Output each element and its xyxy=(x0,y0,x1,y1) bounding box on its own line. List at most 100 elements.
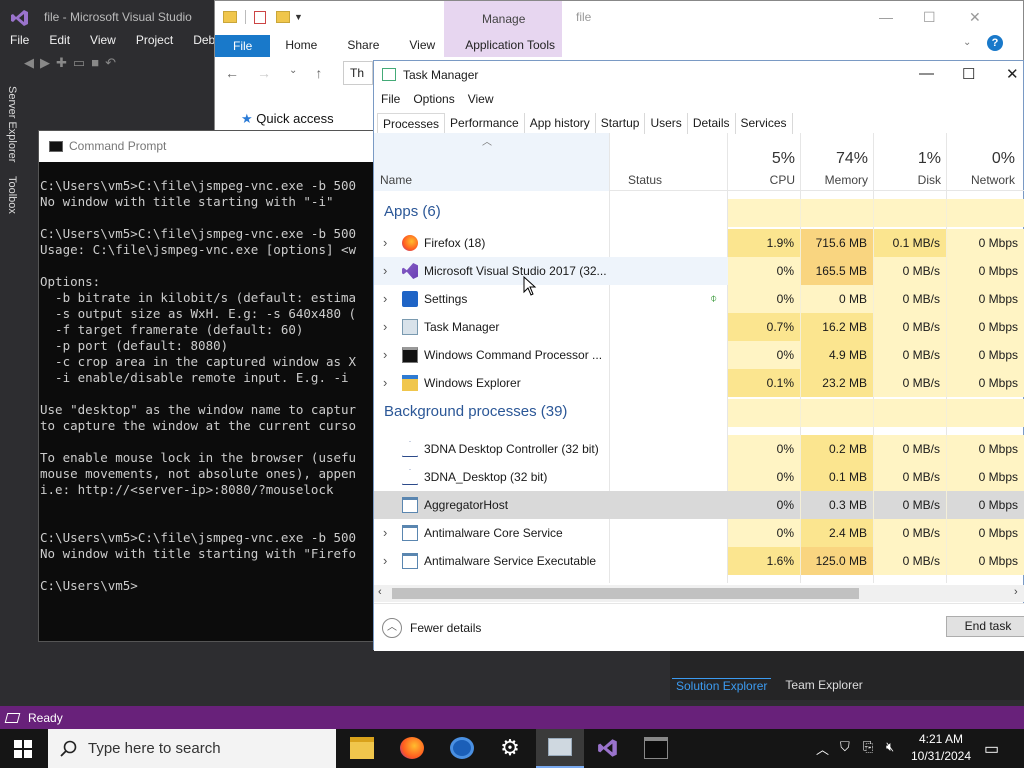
ribbon-tab-file[interactable]: File xyxy=(215,35,271,57)
tm-maximize-button[interactable]: ☐ xyxy=(962,65,975,83)
tab-users[interactable]: Users xyxy=(645,113,688,134)
memory-header[interactable]: Memory xyxy=(801,173,868,187)
settings-gear-taskbar-icon[interactable]: ⚙ xyxy=(498,737,522,759)
toolbox-tab[interactable]: Toolbox xyxy=(6,176,18,214)
network-percent[interactable]: 0% xyxy=(947,150,1015,168)
recent-dropdown-icon[interactable]: ⌄ xyxy=(289,65,297,81)
chevron-right-icon[interactable]: › xyxy=(383,525,387,540)
process-row[interactable]: › Antimalware Core Service 0% 2.4 MB 0 MB/s 0… xyxy=(374,519,1024,547)
tm-minimize-button[interactable]: — xyxy=(919,65,934,82)
network-header[interactable]: Network xyxy=(947,173,1015,187)
scroll-right-icon[interactable]: › xyxy=(1014,586,1018,598)
process-row[interactable]: 3DNA_Desktop (32 bit) 0% 0.1 MB 0 MB/s 0 Mbp… xyxy=(374,463,1024,491)
cpu-value: 1.6% xyxy=(728,547,801,575)
process-list[interactable]: Apps (6) › Firefox (18) 1.9% 715.6 MB 0.1 MB/… xyxy=(374,191,1024,584)
scroll-left-icon[interactable]: ‹ xyxy=(378,586,382,598)
tab-app-history[interactable]: App history xyxy=(525,113,596,134)
tm-menu-options[interactable]: Options xyxy=(413,92,454,106)
process-row[interactable]: › Windows Explorer 0.1% 23.2 MB 0 MB/s 0 Mbps xyxy=(374,369,1024,397)
taskbar-search-box[interactable]: Type here to search xyxy=(48,729,336,768)
vs-undo-icon[interactable]: ↶ xyxy=(105,55,122,70)
team-explorer-tab[interactable]: Team Explorer xyxy=(785,678,862,693)
tab-details[interactable]: Details xyxy=(688,113,736,134)
ribbon-tab-application-tools[interactable]: Application Tools xyxy=(450,35,570,57)
process-row[interactable]: › Settings ⌽ 0% 0 MB 0 MB/s 0 Mbps xyxy=(374,285,1024,313)
vs-menu-view[interactable]: View xyxy=(80,33,126,51)
process-row[interactable]: 3DNA Desktop Controller (32 bit) 0% 0.2 MB… xyxy=(374,435,1024,463)
vs-new-project-icon[interactable]: ✚ xyxy=(56,55,73,70)
vs-back-icon[interactable]: ◀ xyxy=(24,55,40,70)
windows-start-icon[interactable] xyxy=(14,740,32,758)
firefox-taskbar-icon[interactable] xyxy=(400,737,424,759)
quick-access-item[interactable]: ★ Quick access xyxy=(241,111,334,127)
vs-open-icon[interactable]: ▭ xyxy=(73,55,91,70)
chevron-right-icon[interactable]: › xyxy=(383,291,387,306)
address-bar[interactable]: Th xyxy=(343,61,373,85)
vs-forward-icon[interactable]: ▶ xyxy=(40,55,56,70)
vs-menu-project[interactable]: Project xyxy=(126,33,183,51)
solution-explorer-tab[interactable]: Solution Explorer xyxy=(672,678,772,693)
ribbon-tab-share[interactable]: Share xyxy=(332,35,394,57)
cpu-header[interactable]: CPU xyxy=(728,173,795,187)
process-row[interactable]: › Antimalware Service Executable 1.6% 125.0… xyxy=(374,547,1024,575)
3dna-icon xyxy=(402,441,418,457)
explorer-minimize-button[interactable]: — xyxy=(879,9,893,25)
up-arrow-icon[interactable]: ↑ xyxy=(315,65,322,81)
explorer-close-button[interactable]: ✕ xyxy=(969,9,981,26)
tm-close-button[interactable]: ✕ xyxy=(1006,65,1019,83)
show-hidden-icons-icon[interactable]: ︿ xyxy=(816,739,829,758)
horizontal-scrollbar[interactable]: ‹ › xyxy=(374,585,1024,602)
name-header[interactable]: Name xyxy=(380,173,412,187)
chevron-right-icon[interactable]: › xyxy=(383,263,387,278)
cpu-percent[interactable]: 5% xyxy=(728,150,795,168)
volume-muted-icon[interactable]: 🔇︎ xyxy=(886,739,894,755)
heat-cell xyxy=(947,199,1024,227)
back-arrow-icon[interactable]: ← xyxy=(225,65,239,81)
process-row[interactable]: › Firefox (18) 1.9% 715.6 MB 0.1 MB/s 0 Mbps xyxy=(374,229,1024,257)
vs-save-icon[interactable]: ■ xyxy=(91,55,105,70)
ribbon-tab-home[interactable]: Home xyxy=(270,35,332,57)
tab-services[interactable]: Services xyxy=(736,113,793,134)
taskbar-clock[interactable]: 4:21 AM 10/31/2024 xyxy=(908,731,974,765)
memory-percent[interactable]: 74% xyxy=(801,150,868,168)
cmd-output[interactable]: C:\Users\vm5>C:\file\jsmpeg-vnc.exe -b 5… xyxy=(39,162,373,632)
chevron-right-icon[interactable]: › xyxy=(383,553,387,568)
customize-qat-icon[interactable]: ▼ xyxy=(294,12,303,22)
fewer-details-link[interactable]: ︿ Fewer details xyxy=(382,618,481,638)
scrollbar-thumb[interactable] xyxy=(392,588,859,599)
chevron-right-icon[interactable]: › xyxy=(383,347,387,362)
tab-performance[interactable]: Performance xyxy=(445,113,525,134)
task-manager-taskbar-button[interactable] xyxy=(536,729,584,768)
server-explorer-tab[interactable]: Server Explorer xyxy=(6,86,18,162)
command-prompt-taskbar-icon[interactable] xyxy=(644,737,668,759)
forward-arrow-icon[interactable]: → xyxy=(257,65,271,81)
tab-startup[interactable]: Startup xyxy=(596,113,646,134)
end-task-button[interactable]: End task xyxy=(946,616,1024,637)
chevron-right-icon[interactable]: › xyxy=(383,375,387,390)
chevron-right-icon[interactable]: › xyxy=(383,235,387,250)
tab-processes[interactable]: Processes xyxy=(377,113,446,134)
cmd-icon xyxy=(402,347,418,363)
vs-menu-edit[interactable]: Edit xyxy=(39,33,80,51)
explorer-maximize-button[interactable]: ☐ xyxy=(923,9,936,26)
network-icon[interactable]: ⎘ xyxy=(863,739,873,755)
tm-menu-view[interactable]: View xyxy=(468,92,494,106)
vs-menu-file[interactable]: File xyxy=(0,33,39,51)
disk-header[interactable]: Disk xyxy=(874,173,941,187)
security-shield-icon[interactable]: ⛉ xyxy=(840,739,850,755)
ribbon-tab-view[interactable]: View xyxy=(394,35,450,57)
browser-taskbar-icon[interactable] xyxy=(450,737,474,759)
chevron-right-icon[interactable]: › xyxy=(383,319,387,334)
file-explorer-taskbar-icon[interactable] xyxy=(350,737,374,759)
process-row[interactable]: › Microsoft Visual Studio 2017 (32... 0% 16… xyxy=(374,257,1024,285)
tm-menu-file[interactable]: File xyxy=(381,92,400,106)
new-folder-icon[interactable] xyxy=(276,11,290,23)
status-header[interactable]: Status xyxy=(628,173,662,187)
disk-percent[interactable]: 1% xyxy=(874,150,941,168)
process-row[interactable]: › Windows Command Processor ... 0% 4.9 MB 0 … xyxy=(374,341,1024,369)
process-row[interactable]: › Task Manager 0.7% 16.2 MB 0 MB/s 0 Mbps xyxy=(374,313,1024,341)
action-center-icon[interactable]: ▭ xyxy=(984,739,999,759)
visual-studio-taskbar-icon[interactable] xyxy=(596,737,620,759)
process-row[interactable]: AggregatorHost 0% 0.3 MB 0 MB/s 0 Mbps xyxy=(374,491,1024,519)
properties-icon[interactable] xyxy=(254,10,266,24)
